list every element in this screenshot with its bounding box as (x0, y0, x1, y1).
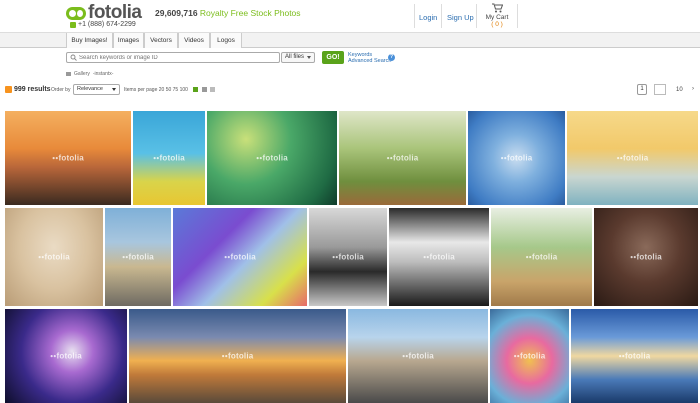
image-thumb[interactable]: fotolia (207, 111, 337, 205)
order-by-label: Order by (51, 87, 71, 93)
gallery-icon (66, 72, 71, 76)
watermark: fotolia (133, 154, 205, 163)
watermark: fotolia (491, 253, 592, 262)
search-box[interactable] (66, 52, 280, 63)
watermark: fotolia (567, 154, 698, 163)
order-value: Relevance (77, 86, 103, 92)
cart-icon (491, 3, 503, 13)
advanced-search-link[interactable]: Advanced Search (348, 58, 391, 64)
cart-label: My Cart (485, 14, 509, 21)
search-input[interactable] (79, 53, 277, 62)
page-total: 10 (676, 87, 683, 93)
tagline-count: 29,609,716 (155, 8, 198, 18)
list-view-icon[interactable] (202, 87, 207, 92)
header: fotolia +1 (888) 674-2299 29,609,716 Roy… (0, 0, 700, 33)
rss-icon[interactable] (5, 86, 12, 93)
image-thumb[interactable]: fotolia (594, 208, 698, 306)
image-thumb[interactable]: fotolia (468, 111, 565, 205)
watermark: fotolia (173, 253, 307, 262)
tab-images[interactable]: Images (113, 33, 144, 48)
chevron-down-icon (112, 88, 116, 91)
image-thumb[interactable]: fotolia (348, 309, 488, 403)
results-count: 999 results (14, 86, 51, 93)
phone-icon (70, 21, 76, 28)
header-divider (517, 4, 518, 28)
image-thumb[interactable]: fotolia (389, 208, 489, 306)
cart-button[interactable]: My Cart ( 0 ) (481, 3, 513, 28)
image-thumb[interactable]: fotolia (5, 111, 131, 205)
tab-videos[interactable]: Videos (178, 33, 210, 48)
image-thumb[interactable]: fotolia (5, 309, 127, 403)
search-icon (70, 54, 77, 61)
image-thumb[interactable]: fotolia (490, 309, 569, 403)
watermark: fotolia (490, 352, 569, 361)
watermark: fotolia (207, 154, 337, 163)
search-row: All files GO! Keywords Advanced Search ? (0, 48, 700, 68)
help-icon[interactable]: ? (388, 54, 395, 61)
image-thumb[interactable]: fotolia (567, 111, 698, 205)
image-thumb[interactable]: fotolia (173, 208, 307, 306)
logo-text: fotolia (88, 2, 142, 23)
order-select[interactable]: Relevance (73, 84, 120, 95)
tab-vectors[interactable]: Vectors (144, 33, 178, 48)
items-per-page[interactable]: Items per page 20 50 75 100 (124, 87, 188, 93)
tab-logos[interactable]: Logos (210, 33, 242, 48)
cart-count: ( 0 ) (491, 21, 503, 28)
phone-number: +1 (888) 674-2299 (70, 21, 136, 28)
image-thumb[interactable]: fotolia (129, 309, 346, 403)
next-page-button[interactable]: › (692, 86, 694, 92)
tagline: 29,609,716 Royalty Free Stock Photos (155, 8, 301, 18)
image-thumb[interactable]: fotolia (309, 208, 387, 306)
image-thumb[interactable]: fotolia (571, 309, 698, 403)
signup-link[interactable]: Sign Up (447, 13, 474, 22)
watermark: fotolia (5, 352, 127, 361)
watermark: fotolia (594, 253, 698, 262)
tab-buy-images[interactable]: Buy Images! (66, 33, 113, 48)
page-current[interactable]: 1 (637, 84, 647, 95)
header-divider (476, 4, 477, 28)
main-nav: Buy Images! Images Vectors Videos Logos (0, 33, 700, 48)
go-button[interactable]: GO! (322, 51, 344, 64)
filetype-select[interactable]: All files (281, 52, 315, 63)
header-divider (441, 4, 442, 28)
search-links: Keywords Advanced Search (348, 52, 391, 64)
image-thumb[interactable]: fotolia (339, 111, 466, 205)
watermark: fotolia (339, 154, 466, 163)
page-input[interactable] (654, 84, 666, 95)
watermark: fotolia (5, 253, 103, 262)
watermark: fotolia (571, 352, 698, 361)
grid-view-icon[interactable] (193, 87, 198, 92)
chevron-down-icon (307, 56, 311, 59)
phone-text: +1 (888) 674-2299 (78, 21, 136, 28)
image-thumb[interactable]: fotolia (5, 208, 103, 306)
login-link[interactable]: Login (419, 13, 437, 22)
detail-view-icon[interactable] (210, 87, 215, 92)
image-thumb[interactable]: fotolia (133, 111, 205, 205)
tagline-text: Royalty Free Stock Photos (197, 8, 301, 18)
results-toolbar: 999 results Order by Relevance Items per… (0, 81, 700, 99)
filetype-value: All files (285, 54, 305, 60)
watermark: fotolia (129, 352, 346, 361)
header-divider (414, 4, 415, 28)
fotolia-logo[interactable]: fotolia (66, 2, 142, 23)
watermark: fotolia (105, 253, 171, 262)
fotolia-logo-icon (66, 6, 86, 20)
watermark: fotolia (389, 253, 489, 262)
watermark: fotolia (5, 154, 131, 163)
breadcrumb-gallery[interactable]: Gallery (74, 71, 90, 77)
breadcrumb: Gallery -instantx- (66, 71, 113, 77)
watermark: fotolia (309, 253, 387, 262)
image-thumb[interactable]: fotolia (105, 208, 171, 306)
breadcrumb-name: -instantx- (92, 71, 114, 77)
watermark: fotolia (348, 352, 488, 361)
watermark: fotolia (468, 154, 565, 163)
image-thumb[interactable]: fotolia (491, 208, 592, 306)
